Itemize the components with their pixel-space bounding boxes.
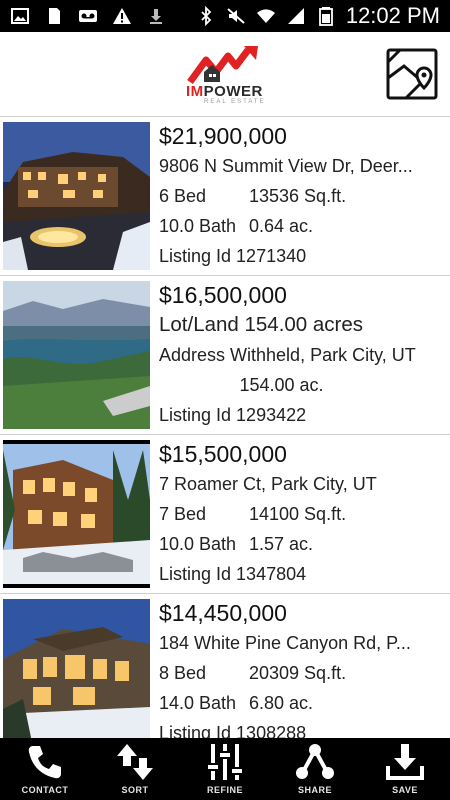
logo-wordmark: IMPOWER — [186, 83, 263, 100]
listing-acres: 154.00 ac. — [239, 375, 324, 395]
sliders-icon — [206, 744, 244, 780]
listing-price: $14,450,000 — [159, 600, 287, 626]
clock: 12:02 PM — [345, 3, 440, 28]
contact-button[interactable]: CONTACT — [0, 738, 90, 800]
save-label: SAVE — [392, 785, 418, 795]
listing-card[interactable]: $15,500,000 7 Roamer Ct, Park City, UT 7… — [0, 435, 450, 594]
listing-id: Listing Id 1293422 — [159, 405, 307, 425]
mute-icon — [227, 8, 245, 24]
listing-card[interactable]: $14,450,000 184 White Pine Canyon Rd, P.… — [0, 594, 450, 738]
listing-acres: 1.57 ac. — [249, 534, 314, 554]
bluetooth-icon — [201, 6, 212, 26]
listing-address: 7 Roamer Ct, Park City, UT — [159, 474, 377, 494]
share-label: SHARE — [297, 785, 332, 795]
listing-beds: 8 Bed — [159, 663, 207, 683]
listing-price: $16,500,000 — [159, 282, 287, 308]
listing-id: Listing Id 1271340 — [159, 246, 307, 266]
share-button[interactable]: SHARE — [270, 738, 360, 800]
listing-list[interactable]: $21,900,000 9806 N Summit View Dr, Deer.… — [0, 117, 450, 738]
listing-photo[interactable] — [3, 122, 150, 270]
warning-icon — [113, 8, 131, 24]
wifi-icon — [256, 9, 275, 23]
listing-price: $15,500,000 — [159, 441, 287, 467]
refine-button[interactable]: REFINE — [180, 738, 270, 800]
listing-baths: 14.0 Bath — [159, 693, 237, 713]
share-icon — [296, 744, 334, 779]
sort-button[interactable]: SORT — [90, 738, 180, 800]
listing-card[interactable]: $16,500,000 Lot/Land 154.00 acres Addres… — [0, 276, 450, 435]
listing-beds: 6 Bed — [159, 186, 207, 206]
contact-label: CONTACT — [21, 785, 69, 795]
listing-photo[interactable] — [3, 281, 150, 429]
listing-type: Lot/Land 154.00 acres — [159, 313, 364, 336]
voicemail-icon — [79, 10, 97, 22]
logo-subtitle: REAL ESTATE — [204, 99, 266, 105]
battery-icon — [318, 7, 333, 26]
listing-address: 9806 N Summit View Dr, Deer... — [159, 156, 413, 176]
map-view-button[interactable] — [386, 48, 438, 100]
listing-sqft: 13536 Sq.ft. — [249, 186, 347, 206]
listing-baths: 10.0 Bath — [159, 534, 237, 554]
gallery-icon — [11, 8, 29, 24]
listing-acres: 0.64 ac. — [249, 216, 314, 236]
download-icon — [386, 744, 424, 780]
listing-sqft: 20309 Sq.ft. — [249, 663, 347, 683]
listing-id: Listing Id 1308288 — [159, 723, 307, 738]
listing-card[interactable]: $21,900,000 9806 N Summit View Dr, Deer.… — [0, 117, 450, 276]
listing-photo[interactable] — [3, 440, 150, 588]
listing-id: Listing Id 1347804 — [159, 564, 307, 584]
refine-label: REFINE — [206, 785, 243, 795]
sort-arrows-icon — [117, 744, 153, 780]
listing-sqft: 14100 Sq.ft. — [249, 504, 347, 524]
listing-beds: 7 Bed — [159, 504, 207, 524]
sort-label: SORT — [121, 785, 149, 795]
listing-baths: 10.0 Bath — [159, 216, 237, 236]
listing-price: $21,900,000 — [159, 123, 287, 149]
status-bar: 12:02 PM — [0, 0, 450, 32]
listing-photo[interactable] — [3, 599, 150, 738]
app-header: IMPOWER REAL ESTATE — [0, 32, 450, 117]
download-status-icon — [150, 9, 162, 24]
sim-card-icon — [49, 8, 60, 24]
bottom-nav: CONTACT SORT REFINE SHARE SAVE — [0, 738, 450, 800]
listing-address: 184 White Pine Canyon Rd, P... — [159, 633, 411, 653]
signal-icon — [287, 8, 304, 24]
phone-icon — [28, 746, 62, 779]
save-button[interactable]: SAVE — [360, 738, 450, 800]
listing-acres: 6.80 ac. — [249, 693, 314, 713]
listing-address: Address Withheld, Park City, UT — [159, 345, 416, 365]
